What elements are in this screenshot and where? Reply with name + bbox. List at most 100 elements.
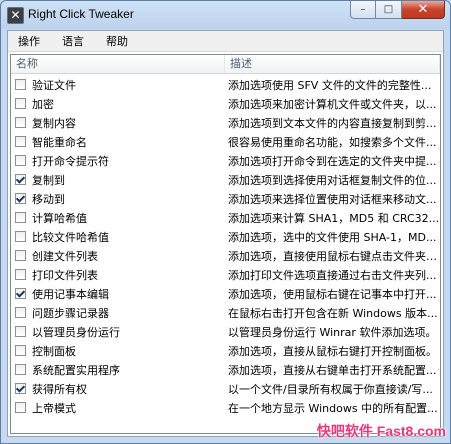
item-name-cell: 使用记事本编辑 (11, 286, 225, 302)
list-item[interactable]: 以管理员身份运行 以管理员身份运行 Winrar 软件添加选项。 (11, 322, 440, 341)
item-description: 很容易使用重命名功能，如搜索多个文件... (228, 135, 437, 149)
list-item[interactable]: 问题步骤记录器 在鼠标右击打开包含在新 Windows 版本... (11, 303, 440, 322)
window-title: Right Click Tweaker (28, 7, 134, 21)
item-name: 复制到 (32, 173, 65, 187)
list-item[interactable]: 复制到 添加选项到选择使用对话框复制文件的位... (11, 170, 440, 189)
title-bar[interactable]: ✕ Right Click Tweaker – □ ✕ (1, 1, 450, 29)
item-checkbox[interactable] (15, 364, 26, 375)
item-name-cell: 移动到 (11, 191, 225, 207)
list-item[interactable]: 上帝模式 在一个地方显示 Windows 中的所有配置... (11, 398, 440, 417)
list-item[interactable]: 复制内容 添加选项到文本文件的内容直接复制到剪... (11, 113, 440, 132)
list-item[interactable]: 系统配置实用程序 添加选项，直接从右键单击打开系统配置... (11, 360, 440, 379)
item-name-cell: 复制内容 (11, 115, 225, 131)
item-checkbox[interactable] (15, 98, 26, 109)
item-description: 添加选项到选择使用对话框复制文件的位... (228, 173, 437, 187)
list-item[interactable]: 打印文件列表 添加打印文件选项直接通过右击文件夹列... (11, 265, 440, 284)
options-list[interactable]: 名称 描述 验证文件 添加选项使用 SFV 文件的文件的完整性... 加密 添加选项来… (10, 54, 441, 434)
app-logo-icon: ✕ (7, 7, 24, 24)
item-checkbox[interactable] (15, 174, 26, 185)
item-description: 以一个文件/目录所有权属于你直接读/写... (228, 382, 433, 396)
item-description: 在鼠标右击打开包含在新 Windows 版本... (228, 306, 438, 320)
item-description: 添加选项，选中的文件使用 SHA-1，MD... (228, 230, 437, 244)
item-name: 问题步骤记录器 (32, 306, 109, 320)
menu-help[interactable]: 帮助 (104, 32, 130, 50)
item-name: 打印文件列表 (32, 268, 98, 282)
item-checkbox[interactable] (15, 307, 26, 318)
item-name: 获得所有权 (32, 382, 87, 396)
item-name-cell: 计算哈希值 (11, 210, 225, 226)
item-name-cell: 复制到 (11, 172, 225, 188)
list-item[interactable]: 控制面板 添加选项，直接从鼠标右键打开控制面板。 (11, 341, 440, 360)
item-checkbox[interactable] (15, 402, 26, 413)
list-item[interactable]: 创建文件列表 添加选项，直接使用鼠标右键点击文件夹中... (11, 246, 440, 265)
item-description: 添加选项，使用鼠标右键在记事本中打开... (228, 287, 437, 301)
item-checkbox[interactable] (15, 231, 26, 242)
item-name-cell: 控制面板 (11, 343, 225, 359)
item-name: 打开命令提示符 (32, 154, 109, 168)
item-name: 上帝模式 (32, 401, 76, 415)
item-checkbox[interactable] (15, 136, 26, 147)
list-item[interactable]: 使用记事本编辑 添加选项，使用鼠标右键在记事本中打开... (11, 284, 440, 303)
item-name-cell: 验证文件 (11, 77, 225, 93)
item-description: 添加选项，直接从右键单击打开系统配置... (228, 363, 437, 377)
item-name-cell: 智能重命名 (11, 134, 225, 150)
item-description: 添加选项，直接从鼠标右键打开控制面板。 (228, 344, 437, 358)
list-item[interactable]: 智能重命名 很容易使用重命名功能，如搜索多个文件... (11, 132, 440, 151)
list-item[interactable]: 打开命令提示符 添加选项打开命令到在选定的文件夹中提... (11, 151, 440, 170)
item-name: 控制面板 (32, 344, 76, 358)
item-name-cell: 打印文件列表 (11, 267, 225, 283)
item-name-cell: 比较文件哈希值 (11, 229, 225, 245)
item-description: 添加选项打开命令到在选定的文件夹中提... (228, 154, 437, 168)
item-name-cell: 以管理员身份运行 (11, 324, 225, 340)
item-description: 添加选项到文本文件的内容直接复制到剪... (228, 116, 437, 130)
item-checkbox[interactable] (15, 79, 26, 90)
item-checkbox[interactable] (15, 326, 26, 337)
menu-language[interactable]: 语言 (60, 32, 86, 50)
item-checkbox[interactable] (15, 250, 26, 261)
item-description: 添加选项使用 SFV 文件的文件的完整性... (228, 78, 432, 92)
item-name-cell: 问题步骤记录器 (11, 305, 225, 321)
column-header-description[interactable]: 描述 (225, 55, 440, 73)
item-description: 添加选项来计算 SHA1，MD5 和 CRC32... (228, 211, 440, 225)
maximize-button[interactable]: □ (376, 1, 402, 19)
item-name: 计算哈希值 (32, 211, 87, 225)
item-name-cell: 系统配置实用程序 (11, 362, 225, 378)
list-item[interactable]: 验证文件 添加选项使用 SFV 文件的文件的完整性... (11, 75, 440, 94)
list-item[interactable]: 比较文件哈希值 添加选项，选中的文件使用 SHA-1，MD... (11, 227, 440, 246)
app-window: ✕ Right Click Tweaker – □ ✕ 操作 语言 帮助 名称 … (0, 0, 451, 444)
list-item[interactable]: 获得所有权 以一个文件/目录所有权属于你直接读/写... (11, 379, 440, 398)
item-checkbox[interactable] (15, 155, 26, 166)
column-header-name[interactable]: 名称 (11, 55, 225, 73)
item-description: 添加打印文件选项直接通过右击文件夹列... (228, 268, 437, 282)
item-checkbox[interactable] (15, 345, 26, 356)
minimize-button[interactable]: – (350, 1, 376, 19)
item-name: 以管理员身份运行 (32, 325, 120, 339)
client-area: 操作 语言 帮助 名称 描述 验证文件 添加选项使用 SFV 文件的文件的完整性.… (7, 30, 444, 437)
item-checkbox[interactable] (15, 269, 26, 280)
menu-action[interactable]: 操作 (16, 32, 42, 50)
item-description: 添加选项，直接使用鼠标右键点击文件夹中... (228, 249, 440, 263)
list-item[interactable]: 移动到 添加选项来选择位置使用对话框来移动文... (11, 189, 440, 208)
item-name-cell: 创建文件列表 (11, 248, 225, 264)
item-name-cell: 上帝模式 (11, 400, 225, 416)
item-checkbox[interactable] (15, 117, 26, 128)
item-checkbox[interactable] (15, 383, 26, 394)
item-description: 添加选项来选择位置使用对话框来移动文... (228, 192, 437, 206)
item-name-cell: 获得所有权 (11, 381, 225, 397)
list-rows: 验证文件 添加选项使用 SFV 文件的文件的完整性... 加密 添加选项来加密计算机文… (11, 75, 440, 417)
item-description: 添加选项来加密计算机文件或文件夹，以... (228, 97, 437, 111)
item-name: 系统配置实用程序 (32, 363, 120, 377)
close-button[interactable]: ✕ (402, 1, 445, 19)
item-checkbox[interactable] (15, 288, 26, 299)
item-description: 在一个地方显示 Windows 中的所有配置... (228, 401, 438, 415)
item-name: 移动到 (32, 192, 65, 206)
item-name: 创建文件列表 (32, 249, 98, 263)
list-item[interactable]: 加密 添加选项来加密计算机文件或文件夹，以... (11, 94, 440, 113)
list-item[interactable]: 计算哈希值 添加选项来计算 SHA1，MD5 和 CRC32... (11, 208, 440, 227)
item-name: 验证文件 (32, 78, 76, 92)
item-checkbox[interactable] (15, 193, 26, 204)
item-name: 使用记事本编辑 (32, 287, 109, 301)
list-header: 名称 描述 (11, 55, 440, 74)
item-checkbox[interactable] (15, 212, 26, 223)
item-name: 复制内容 (32, 116, 76, 130)
